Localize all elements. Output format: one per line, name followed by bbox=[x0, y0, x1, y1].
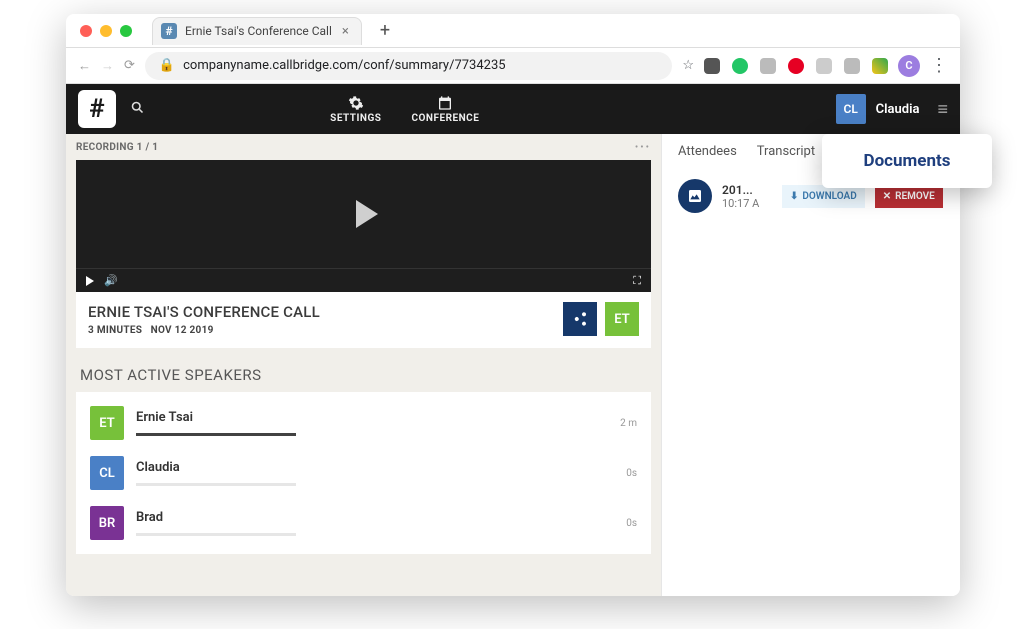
meeting-meta: 3 MINUTES NOV 12 2019 bbox=[88, 325, 320, 336]
profile-chip[interactable]: C bbox=[898, 55, 920, 77]
share-button[interactable] bbox=[563, 302, 597, 336]
calendar-icon bbox=[437, 95, 453, 111]
tab-transcript[interactable]: Transcript bbox=[757, 144, 815, 159]
lock-icon: 🔒 bbox=[159, 58, 175, 73]
browser-tab[interactable]: # Ernie Tsai's Conference Call × bbox=[152, 17, 362, 45]
video-player[interactable] bbox=[76, 160, 651, 268]
speaker-row: ET Ernie Tsai 2 m bbox=[76, 398, 651, 448]
volume-icon[interactable]: 🔊 bbox=[104, 274, 118, 287]
activity-bar bbox=[136, 533, 296, 536]
popover-label: Documents bbox=[864, 151, 951, 171]
back-button[interactable]: ← bbox=[78, 58, 91, 74]
extension-icon[interactable] bbox=[816, 58, 832, 74]
tab-title: Ernie Tsai's Conference Call bbox=[185, 24, 332, 38]
documents-popover[interactable]: Documents bbox=[822, 134, 992, 188]
hamburger-icon[interactable]: ≡ bbox=[937, 99, 948, 120]
fullscreen-icon[interactable]: ⛶ bbox=[633, 274, 641, 288]
nav-conference[interactable]: CONFERENCE bbox=[411, 95, 479, 124]
app-logo-icon[interactable]: # bbox=[78, 90, 116, 128]
document-time: 10:17 A bbox=[722, 197, 772, 210]
speaker-row: BR Brad 0s bbox=[76, 498, 651, 548]
speaker-avatar: ET bbox=[90, 406, 124, 440]
gear-icon bbox=[348, 95, 364, 111]
omnibox[interactable]: 🔒 companyname.callbridge.com/conf/summar… bbox=[145, 52, 672, 80]
play-icon[interactable] bbox=[356, 200, 378, 228]
close-tab-icon[interactable]: × bbox=[340, 24, 351, 39]
speaker-name: Brad bbox=[136, 510, 614, 525]
activity-bar bbox=[136, 483, 296, 486]
forward-button[interactable]: → bbox=[101, 58, 114, 74]
app-nav: SETTINGS CONFERENCE bbox=[330, 95, 479, 124]
main-pane: RECORDING 1 / 1 ••• 🔊 ⛶ ERNIE TSAI'S CON… bbox=[66, 134, 661, 596]
search-icon[interactable] bbox=[130, 100, 145, 119]
speaker-duration: 0s bbox=[626, 468, 637, 479]
speaker-avatar: BR bbox=[90, 506, 124, 540]
bookmark-icon[interactable]: ☆ bbox=[682, 58, 694, 73]
extension-icon[interactable] bbox=[844, 58, 860, 74]
extension-icon[interactable] bbox=[732, 58, 748, 74]
extension-icons bbox=[704, 58, 888, 74]
speaker-avatar: CL bbox=[90, 456, 124, 490]
meeting-title: ERNIE TSAI'S CONFERENCE CALL bbox=[88, 303, 320, 321]
speakers-heading: MOST ACTIVE SPEAKERS bbox=[80, 366, 661, 384]
play-button[interactable] bbox=[86, 276, 94, 286]
download-icon: ⬇ bbox=[790, 191, 798, 202]
reload-button[interactable]: ⟳ bbox=[124, 58, 135, 73]
extension-icon[interactable] bbox=[760, 58, 776, 74]
speaker-row: CL Claudia 0s bbox=[76, 448, 651, 498]
recording-header: RECORDING 1 / 1 ••• bbox=[66, 134, 661, 160]
speaker-list: ET Ernie Tsai 2 m CL Claudia 0s bbox=[76, 392, 651, 554]
speaker-duration: 0s bbox=[626, 518, 637, 529]
extension-icon[interactable] bbox=[704, 58, 720, 74]
document-name: 201... bbox=[722, 183, 772, 197]
favicon-icon: # bbox=[161, 23, 177, 39]
meeting-card: ERNIE TSAI'S CONFERENCE CALL 3 MINUTES N… bbox=[76, 292, 651, 348]
speaker-name: Claudia bbox=[136, 460, 614, 475]
user-area[interactable]: CL Claudia ≡ bbox=[836, 94, 948, 124]
speaker-duration: 2 m bbox=[620, 418, 637, 429]
nav-label: CONFERENCE bbox=[411, 113, 479, 124]
close-window-icon[interactable] bbox=[80, 25, 92, 37]
minimize-window-icon[interactable] bbox=[100, 25, 112, 37]
window-titlebar: # Ernie Tsai's Conference Call × + bbox=[66, 14, 960, 48]
maximize-window-icon[interactable] bbox=[120, 25, 132, 37]
activity-bar bbox=[136, 433, 296, 436]
app-bar: # SETTINGS CONFERENCE CL Claudia ≡ bbox=[66, 84, 960, 134]
owner-badge[interactable]: ET bbox=[605, 302, 639, 336]
speaker-name: Ernie Tsai bbox=[136, 410, 608, 425]
browser-menu-icon[interactable]: ⋮ bbox=[930, 55, 948, 76]
video-controls: 🔊 ⛶ bbox=[76, 268, 651, 292]
user-avatar: CL bbox=[836, 94, 866, 124]
address-bar: ← → ⟳ 🔒 companyname.callbridge.com/conf/… bbox=[66, 48, 960, 84]
nav-settings[interactable]: SETTINGS bbox=[330, 95, 381, 124]
user-name: Claudia bbox=[876, 102, 920, 117]
share-icon bbox=[572, 311, 588, 327]
browser-window: # Ernie Tsai's Conference Call × + ← → ⟳… bbox=[66, 14, 960, 596]
nav-label: SETTINGS bbox=[330, 113, 381, 124]
more-icon[interactable]: ••• bbox=[635, 142, 651, 153]
url-text: companyname.callbridge.com/conf/summary/… bbox=[183, 58, 506, 73]
extension-icon[interactable] bbox=[788, 58, 804, 74]
new-tab-button[interactable]: + bbox=[380, 20, 390, 41]
image-icon bbox=[678, 179, 712, 213]
close-icon: ✕ bbox=[883, 191, 891, 202]
extension-icon[interactable] bbox=[872, 58, 888, 74]
content-area: RECORDING 1 / 1 ••• 🔊 ⛶ ERNIE TSAI'S CON… bbox=[66, 134, 960, 596]
side-pane: Attendees Transcript 201... 10:17 A ⬇ DO… bbox=[661, 134, 960, 596]
recording-count: RECORDING 1 / 1 bbox=[76, 142, 158, 153]
tab-attendees[interactable]: Attendees bbox=[678, 144, 737, 159]
